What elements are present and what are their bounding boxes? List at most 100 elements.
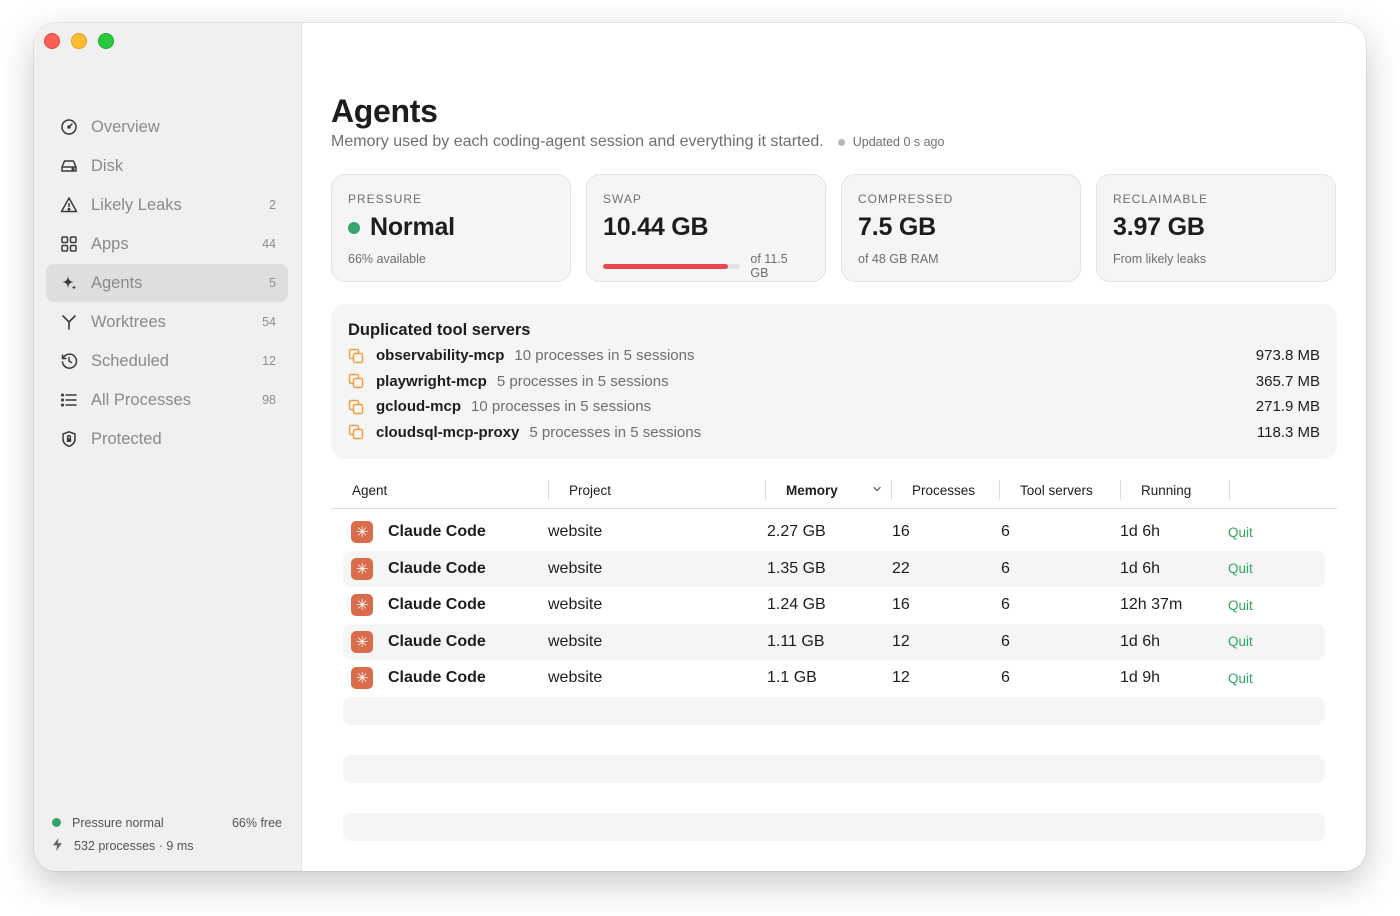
processes-cell: 16	[892, 596, 910, 614]
tools-cell: 6	[1001, 596, 1010, 614]
close-window-button[interactable]	[44, 33, 60, 49]
processes-cell: 22	[892, 559, 910, 577]
shield-icon	[60, 430, 78, 448]
zoom-window-button[interactable]	[98, 33, 114, 49]
table-header: Agent Project Memory Processes Tool serv…	[331, 478, 1337, 509]
copy-icon	[348, 399, 364, 415]
page-subtitle: Memory used by each coding-agent session…	[331, 133, 944, 151]
card-value: 3.97 GB	[1113, 213, 1205, 241]
warning-icon	[60, 196, 78, 214]
sidebar-item-label: All Processes	[91, 390, 191, 409]
tool-server-memory: 973.8 MB	[1255, 347, 1320, 365]
tool-server-name: cloudsql-mcp-proxy	[376, 423, 520, 441]
memory-cell: 1.24 GB	[767, 596, 826, 614]
tool-server-desc: 10 processes in 5 sessions	[514, 347, 695, 365]
history-clock-icon	[60, 352, 78, 370]
tool-server-row: cloudsql-mcp-proxy 5 processes in 5 sess…	[348, 420, 1320, 446]
project-cell: website	[548, 596, 603, 614]
claude-logo-icon: ✳	[351, 630, 373, 653]
sidebar-item-worktrees[interactable]: Worktrees 54	[46, 303, 288, 341]
claude-logo-icon: ✳	[351, 557, 373, 580]
quit-button[interactable]: Quit	[1228, 671, 1253, 686]
copy-icon	[348, 373, 364, 389]
column-header-agent[interactable]: Agent	[331, 478, 548, 502]
memory-cell: 1.35 GB	[767, 559, 826, 577]
column-header-tool-servers[interactable]: Tool servers	[999, 478, 1120, 502]
quit-button[interactable]: Quit	[1228, 561, 1253, 576]
agent-name: Claude Code	[388, 559, 486, 577]
table-row[interactable]: ✳ Claude Code website 1.35 GB 22 6 1d 6h…	[343, 550, 1325, 587]
swap-usage: of 11.5 GB	[603, 252, 809, 280]
sidebar-item-label: Protected	[91, 429, 162, 448]
sidebar-item-agents[interactable]: Agents 5	[46, 264, 288, 302]
agent-name: Claude Code	[388, 523, 486, 541]
tool-server-memory: 365.7 MB	[1255, 372, 1320, 390]
pressure-label: Pressure normal	[72, 815, 164, 830]
column-header-memory[interactable]: Memory	[765, 478, 891, 502]
claude-logo-icon: ✳	[351, 667, 373, 690]
card-sub: 66% available	[348, 252, 426, 266]
column-header-project[interactable]: Project	[548, 478, 765, 502]
free-percent: 66% free	[231, 815, 282, 830]
sidebar-item-scheduled[interactable]: Scheduled 12	[46, 342, 288, 380]
claude-logo-icon: ✳	[351, 594, 373, 617]
tool-server-desc: 5 processes in 5 sessions	[529, 423, 702, 441]
list-icon	[60, 391, 78, 409]
copy-icon	[348, 424, 364, 440]
branch-icon	[60, 313, 78, 331]
sidebar-nav: Overview Disk Likely Leaks 2 Apps 44 Age…	[46, 108, 288, 459]
tool-server-row: observability-mcp 10 processes in 5 sess…	[348, 343, 1320, 369]
table-row[interactable]: ✳ Claude Code website 1.24 GB 16 6 12h 3…	[343, 587, 1325, 624]
sparkle-icon	[60, 274, 78, 292]
agent-cell: ✳ Claude Code	[343, 630, 548, 653]
table-row[interactable]: ✳ Claude Code website 1.11 GB 12 6 1d 6h…	[343, 623, 1325, 660]
column-header-processes[interactable]: Processes	[891, 478, 999, 502]
sidebar-item-overview[interactable]: Overview	[46, 108, 288, 146]
tool-server-desc: 5 processes in 5 sessions	[496, 372, 669, 390]
sidebar-item-label: Scheduled	[91, 351, 169, 370]
tool-server-name: observability-mcp	[376, 347, 505, 365]
swap-progress-fill	[603, 263, 728, 269]
reclaimable-card: RECLAIMABLE 3.97 GB From likely leaks	[1096, 174, 1336, 282]
sidebar-item-label: Overview	[91, 117, 160, 136]
column-header-actions	[1229, 478, 1337, 502]
tool-server-name: gcloud-mcp	[376, 398, 461, 416]
running-cell: 1d 6h	[1120, 523, 1161, 541]
project-cell: website	[548, 523, 603, 541]
status-dot	[52, 818, 61, 827]
sidebar-item-protected[interactable]: Protected	[46, 420, 288, 458]
sidebar-item-count: 12	[262, 354, 276, 368]
sidebar-item-count: 98	[262, 393, 276, 407]
table-row[interactable]: ✳ Claude Code website 2.27 GB 16 6 1d 6h…	[343, 514, 1325, 551]
processes-cell: 16	[892, 523, 910, 541]
running-cell: 1d 6h	[1120, 559, 1161, 577]
table-row[interactable]: ✳ Claude Code website 1.1 GB 12 6 1d 9h …	[343, 660, 1325, 697]
sidebar-item-all-processes[interactable]: All Processes 98	[46, 381, 288, 419]
sidebar-item-count: 54	[262, 315, 276, 329]
updated-indicator: Updated 0 s ago	[837, 135, 944, 149]
column-header-running[interactable]: Running	[1120, 478, 1229, 502]
running-cell: 1d 6h	[1120, 632, 1161, 650]
tools-cell: 6	[1001, 559, 1010, 577]
quit-button[interactable]: Quit	[1228, 634, 1253, 649]
sidebar-item-disk[interactable]: Disk	[46, 147, 288, 185]
claude-logo-icon: ✳	[351, 521, 373, 544]
main-content: Agents Memory used by each coding-agent …	[302, 23, 1366, 871]
quit-button[interactable]: Quit	[1228, 525, 1253, 540]
page-title: Agents	[331, 93, 438, 129]
agent-name: Claude Code	[388, 596, 486, 614]
bolt-icon	[52, 837, 64, 854]
running-cell: 1d 9h	[1120, 669, 1161, 687]
compressed-card: COMPRESSED 7.5 GB of 48 GB RAM	[841, 174, 1081, 282]
duplicated-tool-servers: Duplicated tool servers observability-mc…	[331, 304, 1337, 459]
pressure-value: Normal	[370, 213, 455, 241]
sidebar-item-likely-leaks[interactable]: Likely Leaks 2	[46, 186, 288, 224]
tool-server-row: gcloud-mcp 10 processes in 5 sessions 27…	[348, 394, 1320, 420]
quit-button[interactable]: Quit	[1228, 598, 1253, 613]
processes-cell: 12	[892, 669, 910, 687]
card-value: Normal	[348, 213, 554, 242]
sidebar-item-label: Likely Leaks	[91, 195, 182, 214]
row-spacer	[343, 783, 1325, 813]
sidebar-item-apps[interactable]: Apps 44	[46, 225, 288, 263]
minimize-window-button[interactable]	[71, 33, 87, 49]
